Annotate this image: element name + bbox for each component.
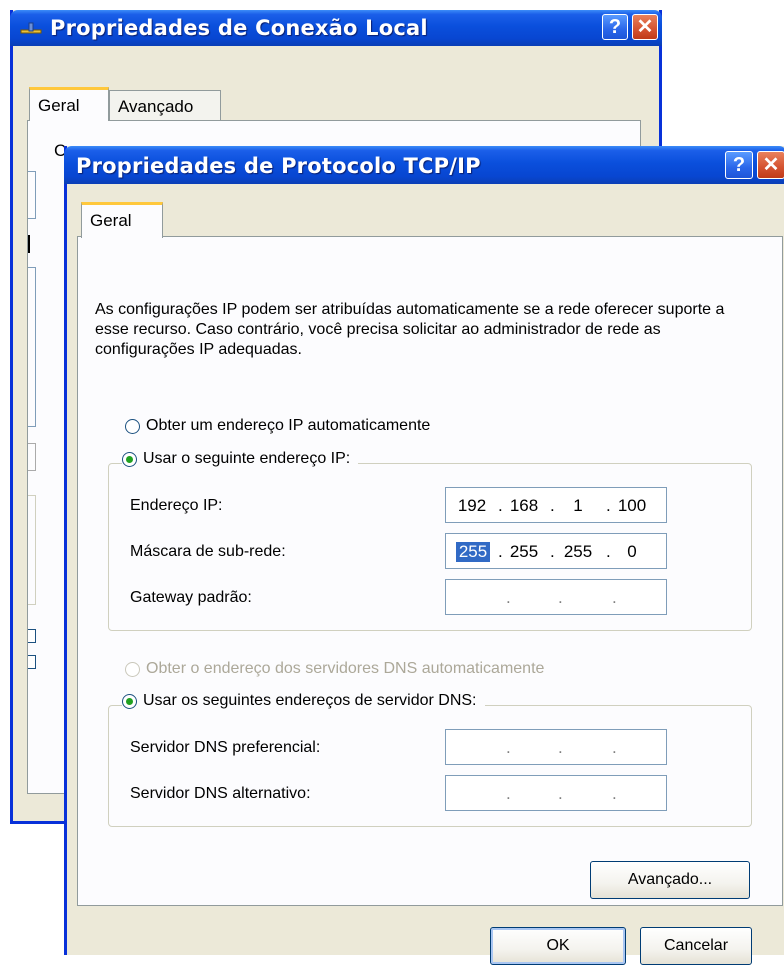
ip-manual-radio[interactable]	[122, 451, 137, 467]
gateway-field[interactable]: . . .	[445, 579, 667, 615]
front-close-button[interactable]: ✕	[757, 151, 784, 179]
back-tab-avancado[interactable]: Avançado	[109, 90, 221, 120]
back-hidden-field	[28, 171, 36, 219]
back-hidden-button	[28, 443, 36, 471]
front-help-button[interactable]: ?	[725, 151, 753, 179]
advanced-button[interactable]: Avançado...	[590, 861, 750, 899]
gateway-dot-3: .	[612, 588, 617, 607]
subnet-mask-field[interactable]: 255 . 255 . 255 . 0	[445, 533, 667, 569]
pdns-dot-3: .	[612, 738, 617, 757]
gateway-label: Gateway padrão:	[130, 589, 252, 606]
preferred-dns-label: Servidor DNS preferencial:	[130, 739, 321, 756]
back-tab-geral[interactable]: Geral	[29, 87, 109, 121]
cancel-button[interactable]: Cancelar	[640, 927, 752, 965]
back-close-button[interactable]: ✕	[632, 14, 658, 40]
mask-dot-1: .	[498, 542, 503, 561]
preferred-dns-field[interactable]: . . .	[445, 729, 667, 765]
alternate-dns-field[interactable]: . . .	[445, 775, 667, 811]
pdns-dot-1: .	[506, 738, 511, 757]
dns-auto-option[interactable]: Obter o endereço dos servidores DNS auto…	[125, 660, 544, 678]
ip-address-field[interactable]: 192 . 168 . 1 . 100	[445, 487, 667, 523]
back-window-title: Propriedades de Conexão Local	[50, 16, 428, 40]
back-hidden-list	[28, 267, 36, 427]
mask-octet-1: 255	[456, 542, 490, 562]
front-title-bar[interactable]: Propriedades de Protocolo TCP/IP ? ✕	[64, 146, 784, 184]
dns-manual-label: Usar os seguintes endereços de servidor …	[143, 692, 477, 709]
ip-manual-option[interactable]: Usar o seguinte endereço IP:	[122, 450, 359, 468]
ip-auto-label: Obter um endereço IP automaticamente	[146, 417, 431, 434]
front-tab-panel: As configurações IP podem ser atribuídas…	[77, 236, 783, 906]
front-window-title: Propriedades de Protocolo TCP/IP	[76, 154, 481, 178]
ip-address-label: Endereço IP:	[130, 497, 223, 514]
dns-manual-radio[interactable]	[122, 693, 137, 709]
ip-auto-radio[interactable]	[125, 418, 140, 434]
ip-dot-3: .	[606, 496, 611, 515]
subnet-mask-label: Máscara de sub-rede:	[130, 543, 286, 560]
ip-octet-2: 168	[509, 496, 539, 515]
ip-auto-option[interactable]: Obter um endereço IP automaticamente	[125, 417, 430, 435]
mask-octet-2: 255	[509, 542, 539, 561]
front-window-body: As configurações IP podem ser atribuídas…	[67, 184, 784, 965]
ip-octet-1: 192	[457, 496, 487, 515]
mask-dot-3: .	[606, 542, 611, 561]
pdns-dot-2: .	[558, 738, 563, 757]
adns-dot-1: .	[506, 784, 511, 803]
dns-auto-radio[interactable]	[125, 661, 140, 677]
description-text: As configurações IP podem ser atribuídas…	[95, 301, 725, 358]
ip-octet-3: 1	[573, 496, 583, 515]
ip-dot-2: .	[550, 496, 555, 515]
back-hidden-group	[28, 495, 36, 605]
alternate-dns-label: Servidor DNS alternativo:	[130, 785, 311, 802]
tcpip-properties-window: Propriedades de Protocolo TCP/IP ? ✕ As …	[64, 146, 784, 965]
back-help-button[interactable]: ?	[602, 14, 628, 40]
back-hidden-label	[28, 235, 36, 253]
mask-octet-3: 255	[563, 542, 593, 561]
ip-manual-label: Usar o seguinte endereço IP:	[143, 450, 351, 467]
network-connection-icon	[20, 22, 42, 36]
ip-octet-4: 100	[617, 496, 647, 515]
front-tab-geral[interactable]: Geral	[81, 202, 163, 238]
ip-dot-1: .	[498, 496, 503, 515]
ok-button[interactable]: OK	[490, 927, 626, 965]
mask-dot-2: .	[550, 542, 555, 561]
back-title-bar[interactable]: Propriedades de Conexão Local ? ✕	[10, 10, 662, 46]
back-checkbox-1[interactable]	[28, 629, 36, 643]
gateway-dot-2: .	[558, 588, 563, 607]
back-checkbox-2[interactable]	[28, 655, 36, 669]
adns-dot-3: .	[612, 784, 617, 803]
gateway-dot-1: .	[506, 588, 511, 607]
dns-auto-label: Obter o endereço dos servidores DNS auto…	[146, 660, 545, 677]
dns-manual-option[interactable]: Usar os seguintes endereços de servidor …	[122, 692, 485, 710]
mask-octet-4: 0	[627, 542, 637, 561]
adns-dot-2: .	[558, 784, 563, 803]
